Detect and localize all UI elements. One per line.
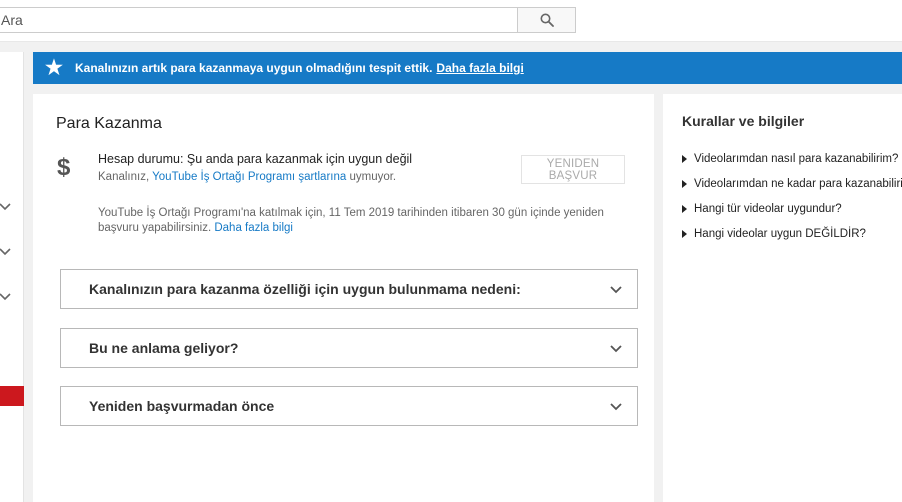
accordion-what-it-means[interactable]: Bu ne anlama geliyor?: [60, 328, 638, 368]
search-input[interactable]: [0, 7, 518, 33]
rules-list: Videolarımdan nasıl para kazanabilirim? …: [682, 146, 902, 246]
reapply-info-text: YouTube İş Ortağı Programı'na katılmak i…: [98, 207, 604, 234]
accordion-label: Kanalınızın para kazanma özelliği için u…: [89, 281, 521, 297]
reapply-learn-more-link[interactable]: Daha fazla bilgi: [214, 222, 293, 234]
chevron-down-icon[interactable]: [0, 199, 12, 213]
reapply-button[interactable]: Yeniden başvur: [521, 155, 625, 184]
rules-info-card: Kurallar ve bilgiler Videolarımdan nasıl…: [663, 94, 902, 502]
rules-item-label: Videolarımdan ne kadar para kazanabiliri…: [694, 177, 902, 190]
triangle-right-icon: [682, 204, 687, 213]
accordion-label: Yeniden başvurmadan önce: [89, 398, 275, 414]
accordion-label: Bu ne anlama geliyor?: [89, 340, 239, 356]
rules-item-how-to-earn[interactable]: Videolarımdan nasıl para kazanabilirim?: [682, 146, 902, 171]
search-button[interactable]: [517, 7, 576, 33]
rules-item-how-much[interactable]: Videolarımdan ne kadar para kazanabiliri…: [682, 171, 902, 196]
rules-item-ineligible-videos[interactable]: Hangi videolar uygun DEĞİLDİR?: [682, 221, 902, 246]
page-title: Para Kazanma: [56, 115, 162, 132]
active-nav-indicator[interactable]: [0, 386, 24, 406]
dollar-icon: $: [57, 154, 71, 181]
partner-program-terms-link[interactable]: YouTube İş Ortağı Programı şartlarına: [152, 171, 346, 183]
accordion-before-reapplying[interactable]: Yeniden başvurmadan önce: [60, 386, 638, 426]
rules-title: Kurallar ve bilgiler: [682, 113, 805, 129]
chevron-down-icon: [610, 345, 622, 353]
banner-message: Kanalınızın artık para kazanmaya uygun o…: [75, 61, 433, 75]
left-rail: [0, 52, 24, 502]
chevron-down-icon[interactable]: [0, 244, 12, 258]
rules-item-label: Hangi videolar uygun DEĞİLDİR?: [694, 227, 866, 240]
rules-item-eligible-videos[interactable]: Hangi tür videolar uygundur?: [682, 196, 902, 221]
status-sub-suffix: uymuyor.: [349, 171, 397, 183]
accordion-ineligibility-reason[interactable]: Kanalınızın para kazanma özelliği için u…: [60, 269, 638, 309]
reapply-info: YouTube İş Ortağı Programı'na katılmak i…: [98, 206, 623, 236]
account-status-detail: Kanalınız, YouTube İş Ortağı Programı şa…: [98, 171, 396, 183]
monetization-card: Para Kazanma $ Hesap durumu: Şu anda par…: [33, 94, 654, 502]
rules-item-label: Videolarımdan nasıl para kazanabilirim?: [694, 152, 899, 165]
star-icon: ★: [45, 57, 63, 79]
triangle-right-icon: [682, 229, 687, 238]
top-bar: [0, 0, 902, 42]
triangle-right-icon: [682, 154, 687, 163]
triangle-right-icon: [682, 179, 687, 188]
rules-item-label: Hangi tür videolar uygundur?: [694, 202, 842, 215]
account-status: Hesap durumu: Şu anda para kazanmak için…: [98, 152, 413, 166]
chevron-down-icon[interactable]: [0, 289, 12, 303]
banner-learn-more-link[interactable]: Daha fazla bilgi: [436, 61, 523, 75]
notice-banner: ★ Kanalınızın artık para kazanmaya uygun…: [33, 52, 902, 84]
chevron-down-icon: [610, 403, 622, 411]
search-icon: [540, 13, 554, 27]
chevron-down-icon: [610, 286, 622, 294]
status-sub-prefix: Kanalınız,: [98, 171, 150, 183]
